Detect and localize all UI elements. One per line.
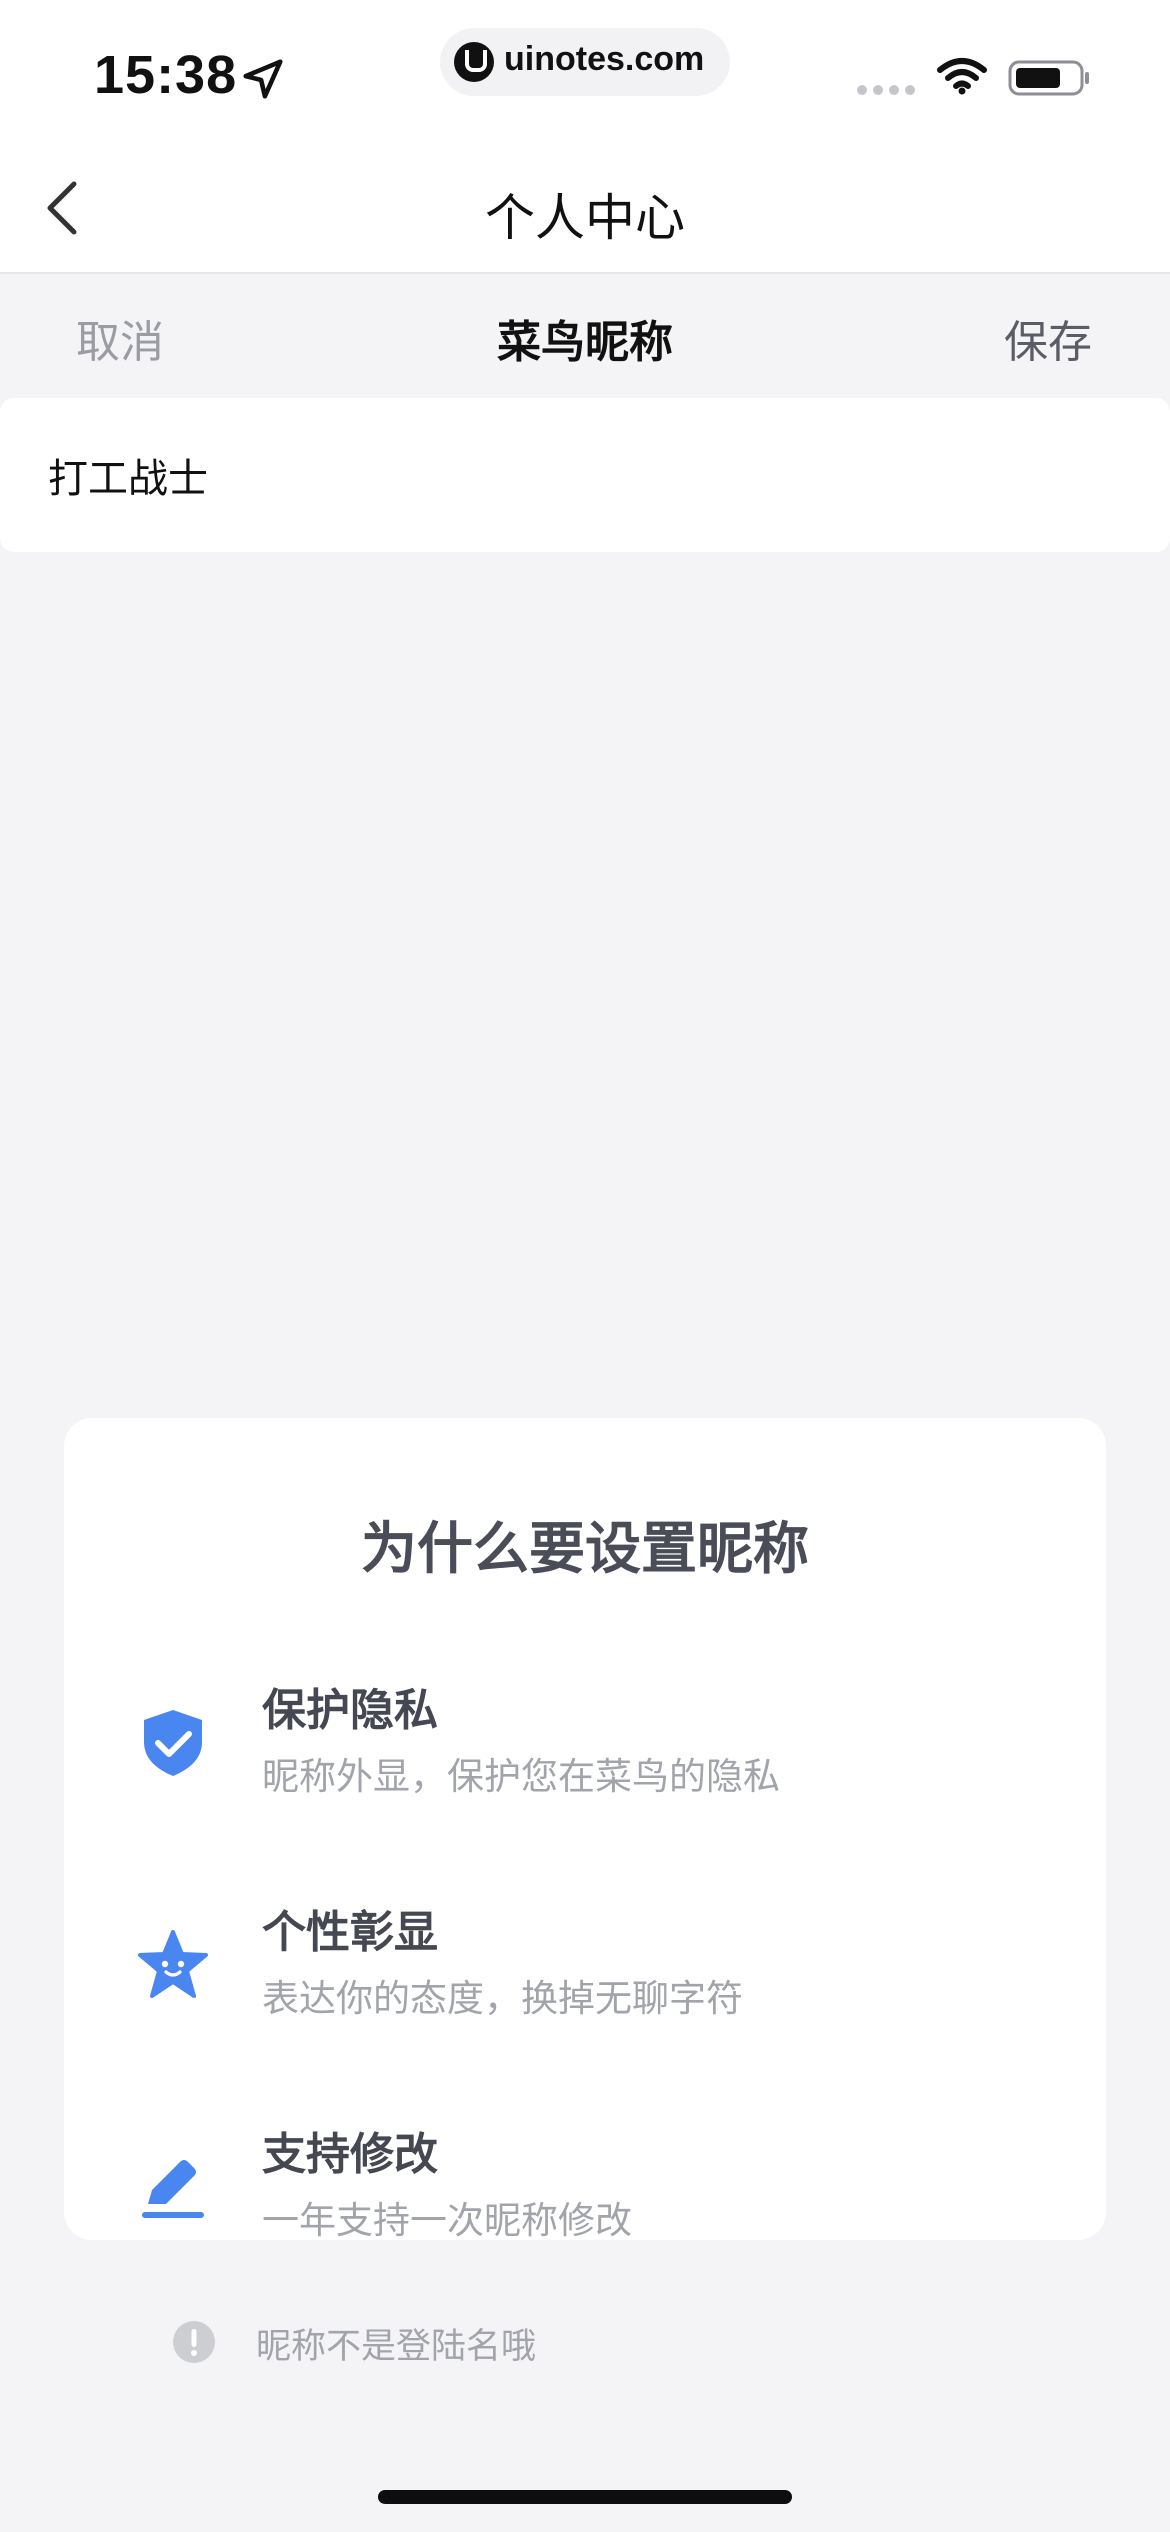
edit-bar: 菜鸟昵称 取消 保存	[0, 274, 1170, 398]
exclamation-circle-icon	[173, 2321, 215, 2363]
status-time: 15:38	[94, 45, 238, 105]
signal-dots-icon	[857, 85, 915, 95]
benefit-title: 个性彰显	[262, 1907, 438, 1958]
why-nickname-title: 为什么要设置昵称	[361, 1517, 809, 1582]
benefit-privacy: 保护隐私 昵称外显，保护您在菜鸟的隐私	[64, 1674, 1106, 1814]
url-text: uinotes.com	[504, 40, 705, 78]
benefit-desc: 表达你的态度，换掉无聊字符	[262, 1977, 743, 2020]
pencil-icon	[142, 2160, 204, 2218]
benefit-desc: 昵称外显，保护您在菜鸟的隐私	[262, 1755, 780, 1798]
wifi-icon	[937, 58, 987, 95]
edit-title: 菜鸟昵称	[497, 317, 673, 368]
nickname-input[interactable]	[48, 440, 1108, 510]
nav-bar: 个人中心	[0, 140, 1170, 274]
home-indicator[interactable]	[378, 2490, 792, 2504]
page-title: 个人中心	[485, 189, 685, 247]
benefit-title: 保护隐私	[262, 1685, 438, 1736]
status-bar: 15:38 uinotes.com	[0, 0, 1170, 140]
cancel-button[interactable]: 取消	[76, 306, 164, 370]
battery-icon	[1008, 60, 1089, 96]
benefit-editable: 支持修改 一年支持一次昵称修改	[64, 2118, 1106, 2258]
uinotes-logo-icon	[454, 42, 494, 82]
shield-check-icon	[144, 1710, 202, 1776]
url-pill[interactable]: uinotes.com	[440, 28, 730, 96]
benefit-personality: 个性彰显 表达你的态度，换掉无聊字符	[64, 1896, 1106, 2036]
benefit-title: 支持修改	[262, 2129, 438, 2180]
smiling-star-icon	[138, 1930, 208, 1998]
login-name-note: 昵称不是登陆名哦	[64, 2312, 1106, 2372]
save-button[interactable]: 保存	[1004, 306, 1092, 370]
benefit-desc: 一年支持一次昵称修改	[262, 2199, 632, 2242]
nickname-card	[0, 398, 1170, 552]
location-arrow-icon	[243, 59, 283, 99]
why-nickname-card: 为什么要设置昵称 保护隐私 昵称外显，保护您在菜鸟的隐私 个性彰显 表达你的态度…	[64, 1418, 1106, 2367]
note-text: 昵称不是登陆名哦	[256, 2327, 537, 2367]
